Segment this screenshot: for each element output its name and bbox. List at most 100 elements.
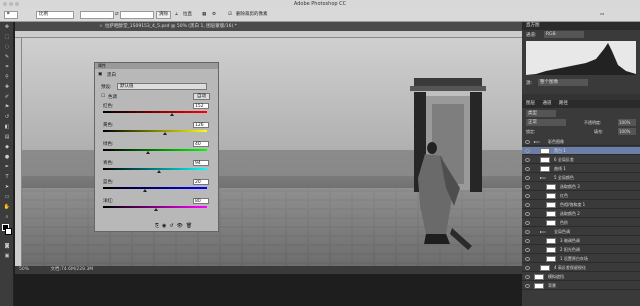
hand-tool-icon[interactable]: ✋ (2, 203, 12, 212)
visibility-eye-icon[interactable] (525, 284, 530, 288)
visibility-eye-icon[interactable] (525, 149, 530, 153)
slider-track[interactable] (103, 168, 207, 170)
slider-row[interactable]: 青色: 94 (103, 160, 213, 176)
brush-tool-icon[interactable]: ✐ (2, 93, 12, 102)
color-swatches[interactable] (2, 224, 12, 240)
layer-row[interactable]: 3 暗调色调 (522, 237, 640, 245)
auto-button[interactable]: 自动 (193, 93, 210, 100)
layer-row[interactable]: 4 高反差保留锐化 (522, 264, 640, 272)
slider-knob[interactable] (142, 189, 147, 192)
height-field[interactable] (120, 11, 154, 19)
visibility-eye-icon[interactable] (525, 158, 530, 162)
layer-row[interactable]: 黑白 1 (522, 147, 640, 155)
workspace-icon[interactable]: ▭ (600, 11, 604, 19)
slider-track[interactable] (103, 130, 207, 132)
slider-value-field[interactable]: 94 (193, 160, 209, 166)
zoom-level[interactable]: 50% (19, 267, 29, 272)
slider-row[interactable]: 蓝色: 20 (103, 179, 213, 195)
visibility-eye-icon[interactable] (525, 212, 530, 216)
histogram-tab[interactable]: 直方图 (522, 22, 640, 30)
close-tab-icon[interactable]: × (99, 22, 103, 31)
layer-row[interactable]: 2 阳光色调 (522, 246, 640, 254)
move-tool-icon[interactable]: ✥ (2, 23, 12, 32)
slider-track[interactable] (103, 149, 207, 151)
quick-select-tool-icon[interactable]: ✎ (2, 53, 12, 62)
slider-value-field[interactable]: 126 (193, 122, 209, 128)
tab-channels[interactable]: 通道 (542, 101, 551, 106)
layer-thumbnail[interactable] (546, 193, 556, 199)
visibility-eye-icon[interactable] (525, 275, 530, 279)
settings-gear-icon[interactable]: ⚙ (212, 11, 216, 19)
visibility-eye-icon[interactable] (525, 176, 530, 180)
properties-title[interactable]: 属性 (95, 63, 218, 69)
layer-row[interactable]: 模拟遮挡 (522, 273, 640, 281)
layer-thumbnail[interactable] (546, 202, 556, 208)
dodge-tool-icon[interactable]: ● (2, 153, 12, 162)
healing-tool-icon[interactable]: ✚ (2, 83, 12, 92)
fill-field[interactable]: 100% (618, 128, 636, 135)
preset-select[interactable]: 默认值 (117, 83, 207, 90)
visibility-eye-icon[interactable] (525, 194, 530, 198)
marquee-tool-icon[interactable]: ⬚ (2, 33, 12, 42)
layer-thumbnail[interactable] (540, 157, 550, 163)
layer-thumbnail[interactable] (534, 274, 544, 280)
tab-paths[interactable]: 路径 (559, 101, 568, 106)
opacity-field[interactable]: 100% (618, 119, 636, 126)
slider-track[interactable] (103, 111, 207, 113)
folder-icon[interactable]: ▸▭ (540, 228, 546, 235)
pen-tool-icon[interactable]: ✒ (2, 163, 12, 172)
tab-layers[interactable]: 图层 (526, 101, 535, 106)
crop-tool-icon[interactable]: ⌗ (2, 63, 12, 72)
crop-tool-icon[interactable]: ⌗ (4, 11, 18, 19)
screen-mode-icon[interactable]: ▣ (2, 252, 12, 261)
visibility-eye-icon[interactable] (525, 203, 530, 207)
slider-value-field[interactable]: 20 (193, 179, 209, 185)
layer-thumbnail[interactable] (546, 238, 556, 244)
layer-thumbnail[interactable] (546, 211, 556, 217)
visibility-eye-icon[interactable] (525, 221, 530, 225)
blur-tool-icon[interactable]: ◆ (2, 143, 12, 152)
straighten-icon[interactable]: ⟂ (175, 11, 178, 19)
layer-thumbnail[interactable] (540, 166, 550, 172)
layer-row[interactable]: 6 全局反差 (522, 156, 640, 164)
visibility-eye-icon[interactable] (525, 167, 530, 171)
visibility-eye-icon[interactable] (525, 248, 530, 252)
path-select-icon[interactable]: ➤ (2, 183, 12, 192)
channel-select[interactable]: RGB (544, 31, 584, 38)
slider-row[interactable]: 绿色: 40 (103, 141, 213, 157)
slider-knob[interactable] (157, 170, 162, 173)
layer-thumbnail[interactable] (534, 283, 544, 289)
type-tool-icon[interactable]: T (2, 173, 12, 182)
layer-row[interactable]: 1 设置原白灰场 (522, 255, 640, 263)
visibility-eye-icon[interactable] (525, 185, 530, 189)
slider-value-field[interactable]: 152 (193, 103, 209, 109)
swap-icon[interactable]: ⇄ (115, 11, 119, 19)
history-brush-icon[interactable]: ↺ (2, 113, 12, 122)
layer-thumbnail[interactable] (546, 247, 556, 253)
layer-row[interactable]: 色相/饱和度 1 (522, 201, 640, 209)
layer-thumbnail[interactable] (540, 265, 550, 271)
folder-icon[interactable]: ▸▭ (540, 174, 546, 181)
clear-button[interactable]: 清除 (156, 11, 171, 19)
slider-knob[interactable] (154, 208, 159, 211)
ruler-horizontal[interactable] (15, 31, 522, 38)
visibility-eye-icon[interactable] (525, 230, 530, 234)
slider-knob[interactable] (145, 151, 150, 154)
stamp-tool-icon[interactable]: ⚑ (2, 103, 12, 112)
delete-crop-checkbox[interactable]: ☑ (228, 11, 232, 19)
document-size[interactable]: 文档:74.6M/228.3M (50, 267, 93, 272)
kind-filter-select[interactable]: 类型 (526, 110, 556, 117)
layer-row[interactable]: 选取颜色 3 (522, 183, 640, 191)
visibility-eye-icon[interactable] (525, 257, 530, 261)
slider-track[interactable] (103, 187, 207, 189)
layer-row[interactable]: ▸▭ 彩色图像 (522, 138, 640, 146)
visibility-eye-icon[interactable] (525, 266, 530, 270)
source-select[interactable]: 整个图像 (538, 79, 588, 86)
slider-row[interactable]: 红色: 152 (103, 103, 213, 119)
slider-value-field[interactable]: 40 (193, 141, 209, 147)
layer-row[interactable]: 选取颜色 2 (522, 210, 640, 218)
gradient-tool-icon[interactable]: ▤ (2, 133, 12, 142)
layer-thumbnail[interactable] (546, 256, 556, 262)
window-controls[interactable] (3, 2, 19, 6)
shape-tool-icon[interactable]: ▭ (2, 193, 12, 202)
